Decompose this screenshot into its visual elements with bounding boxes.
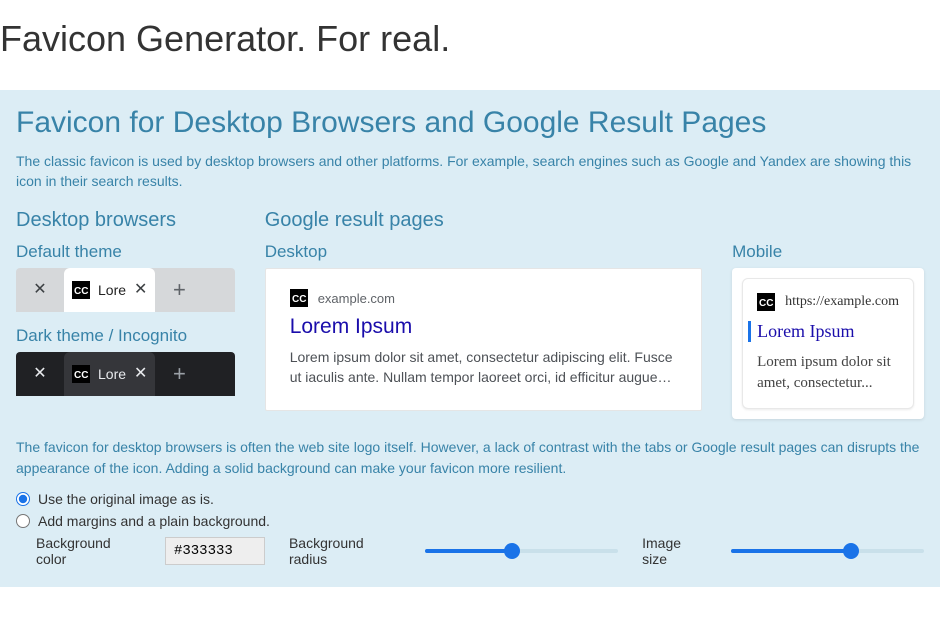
tab-title-dark: Lore	[98, 366, 126, 382]
favicon-panel: Favicon for Desktop Browsers and Google …	[0, 90, 940, 587]
tab-title-light: Lore	[98, 282, 126, 298]
favicon-cc-icon: CC	[72, 281, 90, 299]
tabbar-light: ✕ CC Lore ✕ +	[16, 268, 235, 312]
google-result-heading: Google result pages	[265, 209, 702, 232]
page-title: Favicon Generator. For real.	[0, 18, 940, 60]
help-text: The favicon for desktop browsers is ofte…	[16, 437, 924, 479]
close-icon: ✕	[33, 366, 46, 382]
plus-icon: +	[173, 279, 186, 301]
prev-tab-close-dark[interactable]: ✕	[16, 352, 64, 396]
google-desktop-url: example.com	[318, 291, 395, 306]
close-icon[interactable]: ✕	[134, 366, 147, 382]
desktop-browsers-heading: Desktop browsers	[16, 209, 235, 232]
google-mobile-title[interactable]: Lorem Ipsum	[748, 321, 899, 342]
google-mobile-desc: Lorem ipsum dolor sit amet, consectetur.…	[757, 352, 899, 394]
slider-fill	[425, 549, 512, 553]
tabbar-dark: ✕ CC Lore ✕ +	[16, 352, 235, 396]
radio-original-label: Use the original image as is.	[38, 491, 214, 507]
favicon-cc-icon: CC	[72, 365, 90, 383]
google-mobile-label: Mobile	[732, 242, 924, 262]
svg-text:CC: CC	[74, 370, 88, 381]
bg-radius-slider[interactable]	[425, 543, 618, 559]
close-icon: ✕	[33, 282, 46, 298]
google-desktop-title[interactable]: Lorem Ipsum	[290, 315, 677, 339]
google-mobile-wrap: CC https://example.com Lorem Ipsum Lorem…	[732, 268, 924, 419]
panel-heading: Favicon for Desktop Browsers and Google …	[16, 106, 924, 140]
svg-text:CC: CC	[74, 286, 88, 297]
active-tab-light[interactable]: CC Lore ✕	[64, 268, 155, 312]
svg-text:CC: CC	[759, 298, 773, 309]
slider-thumb[interactable]	[843, 543, 859, 559]
google-desktop-desc: Lorem ipsum dolor sit amet, consectetur …	[290, 347, 677, 388]
prev-tab-close[interactable]: ✕	[16, 268, 64, 312]
new-tab-button-dark[interactable]: +	[155, 352, 203, 396]
option-margins[interactable]: Add margins and a plain background.	[16, 513, 924, 529]
google-mobile-card: CC https://example.com Lorem Ipsum Lorem…	[742, 278, 914, 409]
default-theme-label: Default theme	[16, 242, 235, 262]
option-original[interactable]: Use the original image as is.	[16, 491, 924, 507]
google-desktop-card: CC example.com Lorem Ipsum Lorem ipsum d…	[265, 268, 702, 411]
radio-original[interactable]	[16, 492, 30, 506]
slider-thumb[interactable]	[504, 543, 520, 559]
panel-description: The classic favicon is used by desktop b…	[16, 152, 924, 191]
plus-icon: +	[173, 363, 186, 385]
image-size-label: Image size	[642, 535, 707, 567]
radio-margins[interactable]	[16, 514, 30, 528]
new-tab-button[interactable]: +	[155, 268, 203, 312]
image-size-slider[interactable]	[731, 543, 924, 559]
bg-color-input[interactable]	[165, 537, 265, 565]
close-icon[interactable]: ✕	[134, 282, 147, 298]
svg-text:CC: CC	[292, 294, 306, 305]
slider-fill	[731, 549, 850, 553]
favicon-cc-icon: CC	[290, 289, 308, 307]
favicon-cc-icon: CC	[757, 293, 775, 311]
dark-theme-label: Dark theme / Incognito	[16, 326, 235, 346]
radio-margins-label: Add margins and a plain background.	[38, 513, 270, 529]
active-tab-dark[interactable]: CC Lore ✕	[64, 352, 155, 396]
bg-color-label: Background color	[36, 535, 141, 567]
google-mobile-url: https://example.com	[785, 294, 899, 310]
bg-radius-label: Background radius	[289, 535, 401, 567]
google-desktop-label: Desktop	[265, 242, 702, 262]
